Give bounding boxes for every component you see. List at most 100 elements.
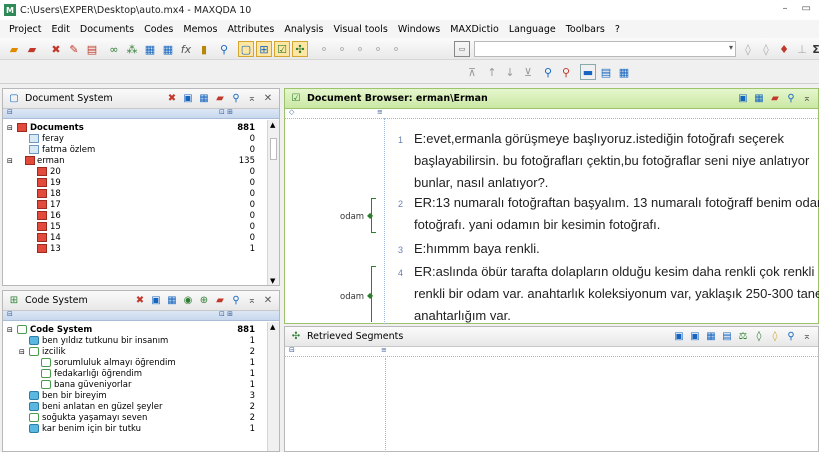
image-document-row[interactable]: 16 0 [3, 210, 279, 221]
save-icon[interactable]: ▣ [688, 329, 702, 343]
code-icon[interactable]: ◊ [740, 41, 756, 57]
notebook-icon[interactable]: ▮ [196, 41, 212, 57]
deactivate-icon[interactable]: ⚬ [334, 41, 350, 57]
link-icon[interactable]: ∞ [106, 41, 122, 57]
overview-icon[interactable]: ▦ [142, 41, 158, 57]
pin-icon[interactable]: ⌅ [245, 91, 259, 105]
pin-icon[interactable]: ⌅ [800, 329, 814, 343]
menu-attributes[interactable]: Attributes [222, 24, 279, 35]
maximize-button[interactable]: ▭ [802, 3, 811, 14]
save-icon[interactable]: ▣ [181, 91, 195, 105]
new-project-icon[interactable]: ▰ [24, 41, 40, 57]
code-row[interactable]: ben bir bireyim 3 [3, 390, 279, 401]
table-icon[interactable]: ▦ [704, 329, 718, 343]
delete-icon[interactable]: ✖ [48, 41, 64, 57]
close-icon[interactable]: ✕ [261, 91, 275, 105]
activate-all-icon[interactable]: ⚬ [352, 41, 368, 57]
align-top-icon[interactable]: ⊼ [464, 64, 480, 80]
image-document-row[interactable]: 13 1 [3, 243, 279, 254]
image-document-row[interactable]: 15 0 [3, 221, 279, 232]
activate-icon[interactable]: ⚬ [316, 41, 332, 57]
retrieved-segments-toggle-icon[interactable]: ✣ [292, 41, 308, 57]
menu-windows[interactable]: Windows [393, 24, 445, 35]
highlight-icon[interactable]: ♦ [776, 41, 792, 57]
menu-project[interactable]: Project [4, 24, 47, 35]
menu-maxdictio[interactable]: MAXDictio [445, 24, 504, 35]
menu-codes[interactable]: Codes [139, 24, 178, 35]
tree-root-documents[interactable]: ⊟ Documents 881 [3, 122, 279, 133]
image-document-row[interactable]: 19 0 [3, 177, 279, 188]
search-icon[interactable]: ⚲ [229, 293, 243, 307]
collapse-icon[interactable]: ⊟ [19, 348, 25, 356]
code-relations-icon[interactable]: ⊕ [197, 293, 211, 307]
code-row[interactable]: bana güveniyorlar 1 [3, 379, 279, 390]
sigma-icon[interactable]: Σ [808, 41, 819, 57]
table-view-icon[interactable]: ▦ [616, 64, 632, 80]
delete-icon[interactable]: ✖ [133, 293, 147, 307]
bookmark-icon[interactable]: ▰ [213, 293, 227, 307]
document-row[interactable]: feray 0 [3, 133, 279, 144]
open-project-icon[interactable]: ▰ [6, 41, 22, 57]
image-document-row[interactable]: 17 0 [3, 199, 279, 210]
weight-icon[interactable]: ⚬ [388, 41, 404, 57]
tree-root-codes[interactable]: ⊟ Code System 881 [3, 324, 279, 335]
bookmark-icon[interactable]: ▰ [213, 91, 227, 105]
deactivate-all-icon[interactable]: ⚬ [370, 41, 386, 57]
code-row[interactable]: kar benim için bir tutku 1 [3, 423, 279, 434]
menu-analysis[interactable]: Analysis [279, 24, 328, 35]
image-icon[interactable]: ▬ [580, 64, 596, 80]
code-row[interactable]: ben yıldız tutkunu bir insanım 1 [3, 335, 279, 346]
code-row[interactable]: sorumluluk almayı öğrendim 1 [3, 357, 279, 368]
code-row[interactable]: ⊟ izcilik 2 [3, 346, 279, 357]
ocr-icon[interactable]: ▭ [454, 41, 470, 57]
function-icon[interactable]: fx [178, 41, 194, 57]
code-quick-list[interactable]: ▾ [474, 41, 736, 57]
menu-edit[interactable]: Edit [47, 24, 75, 35]
minimize-button[interactable]: – [783, 3, 788, 14]
image-document-row[interactable]: 18 0 [3, 188, 279, 199]
grid-icon[interactable]: ▤ [598, 64, 614, 80]
search-icon[interactable]: ⚲ [784, 91, 798, 105]
scroll-down-icon[interactable]: ▼ [270, 277, 275, 285]
menu-memos[interactable]: Memos [178, 24, 222, 35]
pin-icon[interactable]: ⌅ [245, 293, 259, 307]
activate-filter-icon[interactable]: ◊ [768, 329, 782, 343]
menu-help[interactable]: ? [610, 24, 625, 35]
search-icon[interactable]: ⚲ [216, 41, 232, 57]
menu-toolbars[interactable]: Toolbars [561, 24, 610, 35]
arrow-down-icon[interactable]: ↓ [502, 64, 518, 80]
image-document-row[interactable]: 14 0 [3, 232, 279, 243]
document-group-row[interactable]: ⊟ erman 135 [3, 155, 279, 166]
search-icon[interactable]: ⚲ [229, 91, 243, 105]
find-next-icon[interactable]: ⚲ [558, 64, 574, 80]
table-icon[interactable]: ▦ [165, 293, 179, 307]
menu-language[interactable]: Language [504, 24, 561, 35]
collapse-icon[interactable]: ⊟ [7, 124, 13, 132]
menu-documents[interactable]: Documents [75, 24, 139, 35]
weight-filter-icon[interactable]: ⚖ [736, 329, 750, 343]
arrow-up-icon[interactable]: ↑ [484, 64, 500, 80]
align-bottom-icon[interactable]: ⊻ [520, 64, 536, 80]
print-icon[interactable]: ▣ [736, 91, 750, 105]
search-icon[interactable]: ⚲ [784, 329, 798, 343]
coding-stripe-label[interactable]: odam [340, 292, 364, 302]
overview-icon[interactable]: ▤ [720, 329, 734, 343]
table-icon[interactable]: ▦ [752, 91, 766, 105]
coding-stripe-marker-icon[interactable]: ◆ [367, 291, 373, 300]
code-row[interactable]: soğukta yaşamayı seven 2 [3, 412, 279, 423]
network-icon[interactable]: ⁂ [124, 41, 140, 57]
code-filter-icon[interactable]: ◊ [752, 329, 766, 343]
document-icon[interactable]: ▤ [84, 41, 100, 57]
collapse-icon[interactable]: ⊟ [7, 157, 13, 165]
search-in-text-icon[interactable]: ⚲ [540, 64, 556, 80]
code-row[interactable]: fedakarlığı öğrendim 1 [3, 368, 279, 379]
code-system-toggle-icon[interactable]: ⊞ [256, 41, 272, 57]
menu-visual-tools[interactable]: Visual tools [329, 24, 393, 35]
code-set-icon[interactable]: ◉ [181, 293, 195, 307]
document-row[interactable]: fatma özlem 0 [3, 144, 279, 155]
collapse-icon[interactable]: ⊟ [7, 326, 13, 334]
image-document-row[interactable]: 20 0 [3, 166, 279, 177]
document-browser-toggle-icon[interactable]: ☑ [274, 41, 290, 57]
dropdown-arrow-icon[interactable]: ▾ [729, 43, 733, 52]
save-icon[interactable]: ▣ [149, 293, 163, 307]
